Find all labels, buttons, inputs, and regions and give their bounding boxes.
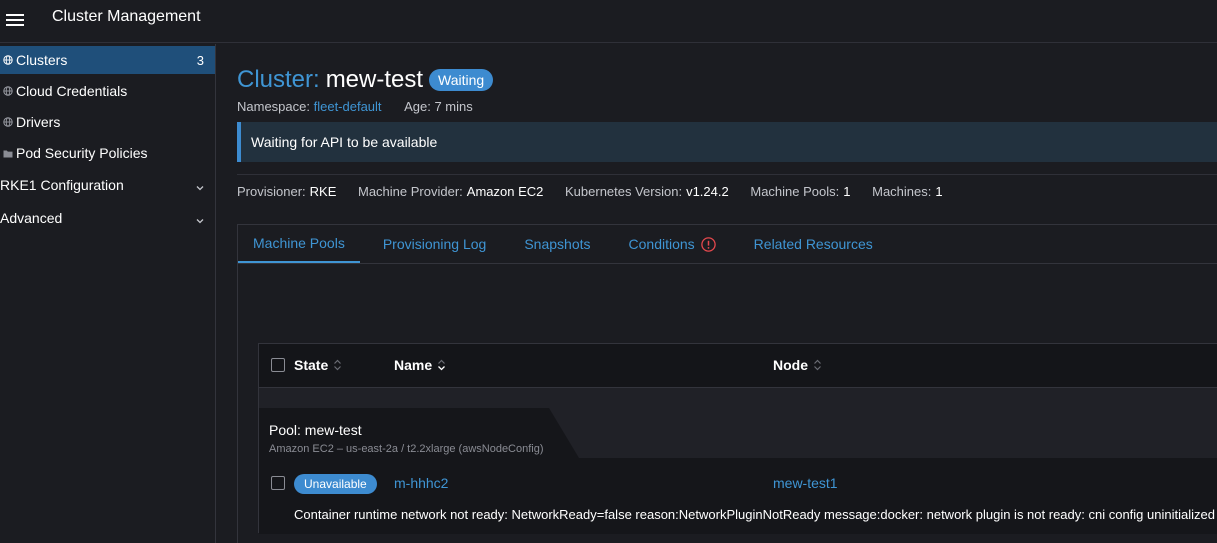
age-label: Age: [404, 99, 431, 114]
machine-provider-value: Amazon EC2 [466, 184, 544, 199]
sidebar-item-drivers[interactable]: Drivers [0, 108, 215, 136]
sort-icon [334, 359, 342, 371]
k8s-version-value: v1.24.2 [686, 184, 729, 199]
sidebar-item-clusters[interactable]: Clusters 3 [0, 46, 215, 74]
column-header-label: Node [773, 357, 808, 373]
column-header-label: Name [394, 357, 433, 373]
status-badge: Waiting [429, 69, 494, 91]
group-row: Pool: mew-test Amazon EC2 – us-east-2a /… [259, 388, 1217, 458]
machine-provider-label: Machine Provider: [358, 184, 463, 199]
tab-conditions-label: Conditions [628, 236, 695, 252]
sidebar-group-rke1-configuration[interactable]: RKE1 Configuration [0, 171, 215, 199]
group-title: Pool: mew-test [269, 422, 362, 438]
count-badge: 3 [196, 52, 204, 68]
machines-label: Machines: [872, 184, 932, 199]
column-header-name[interactable]: Name [394, 357, 446, 373]
select-all-checkbox[interactable] [271, 358, 285, 372]
sidebar: Clusters 3 Cloud Credentials Drivers Pod… [0, 44, 216, 543]
tab-snapshots[interactable]: Snapshots [509, 225, 605, 263]
menu-icon[interactable] [6, 10, 26, 30]
table-row: Unavailable m-hhhc2 mew-test1 Container … [259, 458, 1217, 534]
node-link[interactable]: mew-test1 [773, 475, 838, 491]
row-message: Container runtime network not ready: Net… [294, 507, 1215, 522]
sidebar-item-pod-security-policies[interactable]: Pod Security Policies [0, 139, 215, 167]
chevron-down-icon [195, 180, 205, 191]
sidebar-item-label: Clusters [16, 52, 68, 68]
sort-icon [438, 359, 446, 371]
tab-bar: Machine Pools Provisioning Log Snapshots… [238, 225, 1217, 264]
cluster-info-row: Provisioner: RKE Machine Provider: Amazon … [237, 184, 961, 199]
table-header: State Name Node [259, 344, 1217, 388]
sidebar-group-label: Advanced [0, 210, 63, 226]
folder-icon [3, 148, 13, 158]
age-value: 7 mins [434, 99, 473, 114]
divider [237, 174, 1217, 175]
namespace-link[interactable]: fleet-default [314, 99, 382, 114]
tab-conditions[interactable]: Conditions [614, 225, 731, 263]
machine-pools-value: 1 [843, 184, 851, 199]
column-header-node[interactable]: Node [773, 357, 822, 373]
alert-icon [700, 236, 716, 252]
cluster-meta: Namespace: fleet-default Age: 7 mins [237, 99, 473, 114]
row-checkbox[interactable] [271, 476, 285, 490]
sidebar-item-label: Pod Security Policies [16, 145, 148, 161]
top-header: Cluster Management [0, 0, 1217, 43]
page-title-prefix: Cluster: [237, 66, 320, 93]
app-title: Cluster Management [52, 8, 201, 25]
machines-value: 1 [935, 184, 943, 199]
info-banner: Waiting for API to be available [237, 122, 1217, 162]
tab-machine-pools[interactable]: Machine Pools [238, 225, 360, 263]
provisioner-value: RKE [309, 184, 337, 199]
tab-provisioning-log[interactable]: Provisioning Log [368, 225, 502, 263]
tabs-panel: Machine Pools Provisioning Log Snapshots… [237, 224, 1217, 543]
sidebar-group-advanced[interactable]: Advanced [0, 204, 215, 232]
chevron-down-icon [195, 213, 205, 224]
sidebar-item-label: Cloud Credentials [16, 83, 128, 99]
column-header-state[interactable]: State [294, 357, 342, 373]
sidebar-item-cloud-credentials[interactable]: Cloud Credentials [0, 77, 215, 105]
globe-icon [3, 117, 13, 127]
column-header-label: State [294, 357, 329, 373]
sidebar-group-label: RKE1 Configuration [0, 177, 124, 193]
globe-icon [3, 55, 13, 65]
cluster-name: mew-test [325, 66, 424, 93]
provisioner-label: Provisioner: [237, 184, 306, 199]
sort-icon [814, 359, 821, 371]
page-title: Cluster: mew-test Waiting [237, 66, 494, 94]
sidebar-item-label: Drivers [16, 114, 61, 130]
group-subtitle: Amazon EC2 – us-east-2a / t2.2xlarge (aw… [269, 443, 544, 455]
main-content: Cluster: mew-test Waiting Namespace: fle… [217, 44, 1217, 543]
namespace-label: Namespace: [237, 99, 310, 114]
machine-pools-label: Machine Pools: [750, 184, 840, 199]
machine-name-link[interactable]: m-hhhc2 [394, 475, 448, 491]
k8s-version-label: Kubernetes Version: [565, 184, 683, 199]
state-badge: Unavailable [294, 474, 377, 494]
machines-table: State Name Node Pool: mew-test Amazon EC… [258, 343, 1217, 534]
tab-related-resources[interactable]: Related Resources [739, 225, 888, 263]
globe-icon [3, 86, 13, 96]
